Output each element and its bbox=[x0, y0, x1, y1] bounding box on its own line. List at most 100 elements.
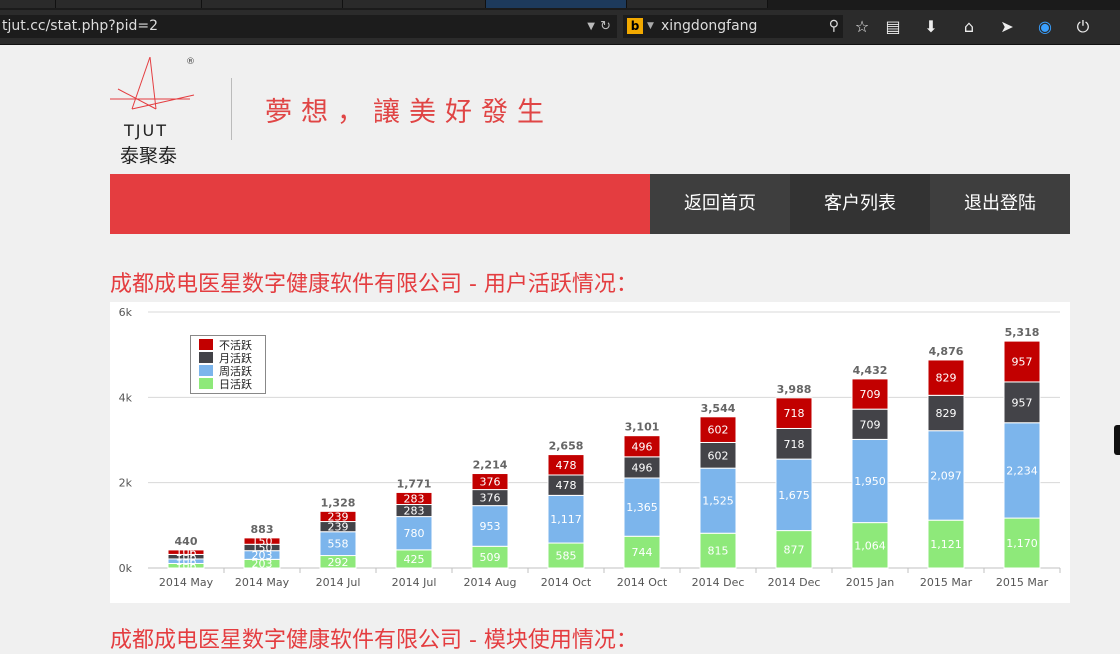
data-label: 877 bbox=[784, 543, 805, 556]
x-tick-label: 2014 May bbox=[159, 576, 214, 589]
data-label: 1,121 bbox=[930, 538, 962, 551]
dropdown-arrow-icon[interactable]: ▼ bbox=[587, 15, 595, 38]
total-label: 2,658 bbox=[549, 440, 584, 453]
search-box[interactable]: b ▼ xingdongfang ⚲ bbox=[623, 15, 843, 38]
data-label: 2,234 bbox=[1006, 464, 1038, 477]
activity-chart: 0k 2k 4k 6k 2014 May 106 106 106 106 440 2014 May 2… bbox=[110, 302, 1070, 603]
x-tick-label: 2014 Oct bbox=[617, 576, 668, 589]
browser-tab[interactable] bbox=[343, 0, 486, 8]
search-input[interactable]: xingdongfang bbox=[661, 15, 757, 38]
total-label: 2,214 bbox=[473, 459, 508, 472]
power-icon[interactable]: ⏻ bbox=[1071, 15, 1095, 38]
slogan: 夢想，讓美好發生 bbox=[265, 97, 553, 128]
logo-cn-text: 泰聚泰 bbox=[120, 145, 178, 167]
activity-section-title: 成都成电医星数字健康软件有限公司 - 用户活跃情况： bbox=[110, 272, 638, 297]
legend-label: 月活跃 bbox=[219, 352, 252, 365]
data-label: 478 bbox=[556, 479, 577, 492]
browser-tab[interactable] bbox=[202, 0, 343, 8]
data-label: 1,365 bbox=[626, 501, 658, 514]
data-label: 709 bbox=[860, 418, 881, 431]
address-bar[interactable]: tjut.cc/stat.php?pid=2 ▼ ↻ bbox=[0, 15, 617, 38]
scroll-handle[interactable] bbox=[1114, 425, 1120, 455]
nav-logout-button[interactable]: 退出登陆 bbox=[930, 174, 1070, 234]
legend-item[interactable]: 日活跃 bbox=[199, 378, 252, 391]
total-label: 3,101 bbox=[625, 421, 660, 434]
data-label: 718 bbox=[784, 438, 805, 451]
data-label: 1,950 bbox=[854, 475, 886, 488]
magnifier-icon[interactable]: ⚲ bbox=[829, 15, 839, 38]
reload-icon[interactable]: ↻ bbox=[600, 15, 611, 38]
legend-swatch bbox=[199, 365, 213, 376]
legend-swatch bbox=[199, 339, 213, 350]
data-label: 496 bbox=[632, 461, 653, 474]
data-label: 292 bbox=[328, 556, 349, 569]
data-label: 585 bbox=[556, 550, 577, 563]
send-icon[interactable]: ➤ bbox=[995, 15, 1019, 38]
legend-swatch bbox=[199, 378, 213, 389]
total-label: 1,771 bbox=[397, 477, 432, 490]
browser-tab[interactable] bbox=[627, 0, 768, 8]
data-label: 829 bbox=[936, 372, 957, 385]
data-label: 780 bbox=[404, 527, 425, 540]
data-label: 509 bbox=[480, 551, 501, 564]
tab-strip bbox=[0, 0, 1120, 10]
data-label: 815 bbox=[708, 545, 729, 558]
nav-home-button[interactable]: 返回首页 bbox=[650, 174, 790, 234]
data-label: 1,117 bbox=[550, 513, 582, 526]
page-body: ® TJUT 泰聚泰 夢想，讓美好發生 返回首页 客户列表 退出登陆 成都成电医… bbox=[0, 45, 1120, 653]
y-tick-label: 4k bbox=[119, 391, 133, 404]
nav-accent-bar bbox=[110, 174, 650, 234]
total-label: 1,328 bbox=[321, 496, 356, 509]
legend-swatch bbox=[199, 352, 213, 363]
x-tick-label: 2014 Dec bbox=[692, 576, 745, 589]
legend-label: 周活跃 bbox=[219, 365, 252, 378]
browser-tab-active[interactable] bbox=[486, 0, 627, 8]
legend-item[interactable]: 月活跃 bbox=[199, 352, 252, 365]
logo-text: TJUT bbox=[124, 121, 168, 140]
download-icon[interactable]: ⬇ bbox=[919, 15, 943, 38]
data-label: 709 bbox=[860, 388, 881, 401]
data-label: 425 bbox=[404, 553, 425, 566]
browser-tab[interactable] bbox=[56, 0, 202, 8]
y-tick-label: 0k bbox=[119, 562, 133, 575]
x-tick-label: 2015 Jan bbox=[846, 576, 894, 589]
engine-dropdown-icon[interactable]: ▼ bbox=[647, 15, 654, 38]
data-label: 376 bbox=[480, 476, 501, 489]
total-label: 440 bbox=[175, 535, 198, 548]
total-label: 5,318 bbox=[1005, 326, 1040, 339]
data-label: 744 bbox=[632, 546, 653, 559]
legend-item[interactable]: 不活跃 bbox=[199, 339, 252, 352]
x-tick-label: 2015 Mar bbox=[996, 576, 1049, 589]
data-label: 1,675 bbox=[778, 489, 810, 502]
legend-label: 不活跃 bbox=[219, 339, 252, 352]
total-label: 883 bbox=[251, 523, 274, 536]
data-label: 602 bbox=[708, 424, 729, 437]
x-tick-label: 2014 Jul bbox=[316, 576, 361, 589]
x-tick-label: 2015 Mar bbox=[920, 576, 973, 589]
data-label: 1,525 bbox=[702, 495, 734, 508]
y-tick-label: 6k bbox=[119, 306, 133, 319]
total-label: 4,432 bbox=[853, 364, 888, 377]
browser-tab[interactable] bbox=[0, 0, 56, 8]
data-label: 1,170 bbox=[1006, 537, 1038, 550]
x-tick-label: 2014 Oct bbox=[541, 576, 592, 589]
search-engine-icon[interactable]: b bbox=[627, 18, 643, 34]
nav-customer-list-button[interactable]: 客户列表 bbox=[790, 174, 930, 234]
divider bbox=[231, 78, 232, 140]
data-label: 2,097 bbox=[930, 469, 962, 482]
data-label: 957 bbox=[1012, 356, 1033, 369]
registered-mark: ® bbox=[186, 57, 195, 67]
star-icon[interactable]: ☆ bbox=[850, 15, 874, 38]
logo[interactable]: ® TJUT 泰聚泰 bbox=[110, 56, 200, 167]
browser-toolbar: tjut.cc/stat.php?pid=2 ▼ ↻ b ▼ xingdongf… bbox=[0, 10, 1120, 45]
sync-icon[interactable]: ◉ bbox=[1033, 15, 1057, 38]
data-label: 239 bbox=[328, 510, 349, 523]
home-icon[interactable]: ⌂ bbox=[957, 15, 981, 38]
data-label: 496 bbox=[632, 440, 653, 453]
clipboard-icon[interactable]: ▤ bbox=[881, 15, 905, 38]
data-label: 150 bbox=[252, 535, 273, 548]
data-label: 829 bbox=[936, 407, 957, 420]
x-tick-label: 2014 May bbox=[235, 576, 290, 589]
legend-item[interactable]: 周活跃 bbox=[199, 365, 252, 378]
chart-legend: 不活跃 月活跃 周活跃 日活跃 bbox=[190, 335, 266, 394]
